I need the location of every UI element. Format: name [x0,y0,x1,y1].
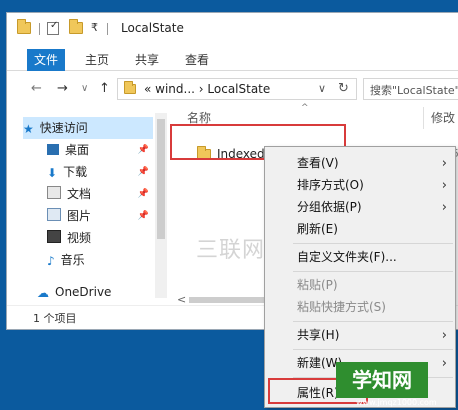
chevron-right-icon: › [441,356,447,371]
address-bar[interactable]: « wind... › LocalState ∨ ↻ [117,78,357,100]
chevron-right-icon: › [441,178,447,193]
pin-icon[interactable]: 📌 [138,183,149,205]
chevron-right-icon: › [441,328,447,343]
quick-access-dropdown-icon[interactable]: ₹ [91,21,98,34]
menu-item-label: 排序方式(O) [297,178,364,192]
chevron-right-icon: › [441,200,447,215]
navigation-row: ← → ∨ ↑ « wind... › LocalState ∨ ↻ 搜索"Lo… [7,71,458,107]
sidebar-item-documents[interactable]: 文档 📌 [47,183,155,205]
menu-item-label: 粘贴(P) [297,278,338,292]
star-icon: ★ [23,122,34,136]
menu-item-refresh[interactable]: 刷新(E) [265,219,455,240]
new-folder-icon[interactable] [69,19,83,34]
download-icon: ⬇ [47,166,58,180]
menu-item-label: 粘贴快捷方式(S) [297,300,386,314]
menu-item-label: 自定义文件夹(F)... [297,250,397,264]
pin-icon[interactable]: 📌 [138,161,149,183]
menu-item-group-by[interactable]: 分组依据(P) › [265,197,455,218]
picture-icon [47,208,61,221]
brand-url: www.jmqz1000.com [356,398,437,407]
folder-icon [17,19,31,34]
sidebar-item-onedrive[interactable]: ☁ OneDrive [37,281,155,303]
menu-item-view[interactable]: 查看(V) › [265,153,455,174]
pin-icon[interactable]: 📌 [138,139,149,161]
forward-arrow-icon[interactable]: → [57,81,68,96]
sidebar-item-label: 文档 [67,187,92,201]
ribbon-tabs: 文件 主页 共享 查看 [7,49,458,71]
menu-separator [293,349,453,350]
sidebar-item-label: 视频 [67,231,92,245]
sidebar-item-label: 音乐 [60,253,85,267]
menu-item-paste-shortcut[interactable]: 粘贴快捷方式(S) [265,297,455,318]
brand-logo: 学知网 [336,362,428,398]
menu-item-label: 共享(H) [297,328,340,342]
item-count: 1 个项目 [33,312,77,325]
menu-item-share[interactable]: 共享(H) › [265,325,455,346]
address-chevron-icon[interactable]: ∨ [318,82,326,95]
sidebar-item-videos[interactable]: 视频 [47,227,155,249]
tab-share[interactable]: 共享 [129,49,165,71]
properties-icon[interactable] [47,20,59,35]
menu-item-customize-folder[interactable]: 自定义文件夹(F)... [265,247,455,268]
menu-item-label: 查看(V) [297,156,339,170]
sidebar-item-quick-access[interactable]: ★ 快速访问 [23,117,153,139]
desktop-icon [47,144,59,155]
sidebar-item-downloads[interactable]: ⬇ 下载 📌 [47,161,155,183]
cloud-icon: ☁ [37,286,49,300]
sidebar-item-label: OneDrive [55,285,112,299]
navigation-pane: ★ 快速访问 桌面 📌 ⬇ 下载 📌 文档 📌 图片 📌 视频 ♪ 音乐 ☁ OneDrive [7,107,157,305]
sidebar-item-pictures[interactable]: 图片 📌 [47,205,155,227]
window-title: LocalState [121,21,184,35]
sidebar-item-label: 下载 [63,165,88,179]
pin-icon[interactable]: 📌 [138,205,149,227]
tab-home[interactable]: 主页 [79,49,115,71]
column-divider [423,107,424,129]
menu-separator [293,321,453,322]
sidebar-item-music[interactable]: ♪ 音乐 [47,249,155,271]
scrollbar-thumb[interactable] [157,119,165,239]
document-icon [47,186,61,199]
menu-item-paste[interactable]: 粘贴(P) [265,275,455,296]
back-arrow-icon[interactable]: ← [31,81,42,96]
title-bar: ₹ LocalState [7,13,458,49]
refresh-icon[interactable]: ↻ [338,81,349,96]
sidebar-item-label: 桌面 [65,143,90,157]
folder-icon [124,81,136,94]
up-arrow-icon[interactable]: ↑ [99,81,110,96]
horizontal-scrollbar-thumb[interactable] [189,297,269,303]
menu-item-sort-by[interactable]: 排序方式(O) › [265,175,455,196]
search-placeholder: 搜索"LocalState" [370,84,458,97]
tab-view[interactable]: 查看 [179,49,215,71]
divider [39,23,40,35]
sort-caret-icon: ^ [301,103,309,113]
sidebar-scrollbar[interactable] [155,113,167,298]
sidebar-item-label: 快速访问 [39,121,88,135]
menu-item-label: 分组依据(P) [297,200,362,214]
address-path: « wind... › LocalState [144,82,271,96]
divider [107,23,108,35]
sidebar-item-label: 图片 [67,209,92,223]
menu-separator [293,271,453,272]
chevron-right-icon: › [441,156,447,171]
menu-separator [293,243,453,244]
music-icon: ♪ [47,254,55,268]
search-input[interactable]: 搜索"LocalState" [363,78,458,100]
menu-item-label: 刷新(E) [297,222,338,236]
sidebar-item-desktop[interactable]: 桌面 📌 [47,139,155,161]
video-icon [47,230,61,243]
tab-file[interactable]: 文件 [27,49,65,71]
column-header-date[interactable]: 修改 [431,107,455,129]
recent-locations-chevron-icon[interactable]: ∨ [81,83,88,94]
